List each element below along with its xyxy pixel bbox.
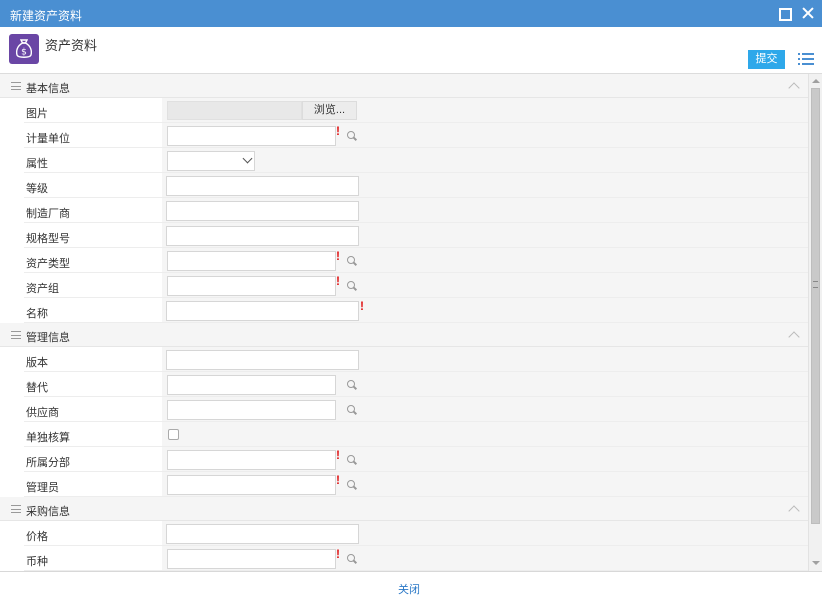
section-title: 采购信息 (26, 506, 70, 518)
row-substitute: 替代 (0, 372, 808, 397)
row-separate-accounting: 单独核算 (0, 422, 808, 447)
required-mark: ! (336, 473, 340, 487)
scroll-down-icon[interactable] (812, 561, 820, 565)
field-label: 币种 (26, 556, 48, 568)
version-input[interactable] (166, 350, 359, 370)
row-version: 版本 (0, 347, 808, 372)
row-attribute: 属性 (0, 148, 808, 173)
row-price: 价格 (0, 521, 808, 546)
required-mark: ! (336, 124, 340, 138)
search-icon[interactable] (347, 380, 357, 390)
field-label: 资产类型 (26, 258, 70, 270)
dialog-footer: 关闭 (0, 571, 822, 599)
image-file-field[interactable] (167, 101, 302, 120)
chevron-up-icon[interactable] (788, 82, 800, 94)
section-purchase-header[interactable]: 采购信息 (0, 497, 808, 521)
section-basic-header[interactable]: 基本信息 (0, 74, 808, 98)
attribute-select[interactable] (167, 151, 255, 171)
field-label: 单独核算 (26, 432, 70, 444)
supplier-input[interactable] (167, 400, 336, 420)
search-icon[interactable] (347, 281, 357, 291)
row-unit: 计量单位 ! (0, 123, 808, 148)
section-title: 管理信息 (26, 332, 70, 344)
row-asset-group: 资产组 ! (0, 273, 808, 298)
list-menu-icon[interactable] (798, 53, 814, 66)
price-input[interactable] (166, 524, 359, 544)
unit-input[interactable] (167, 126, 336, 146)
field-label: 等级 (26, 183, 48, 195)
substitute-input[interactable] (167, 375, 336, 395)
spec-model-input[interactable] (166, 226, 359, 246)
field-label: 制造厂商 (26, 208, 70, 220)
svg-text:$: $ (21, 48, 27, 58)
search-icon[interactable] (347, 455, 357, 465)
field-label: 规格型号 (26, 233, 70, 245)
manufacturer-input[interactable] (166, 201, 359, 221)
field-label: 图片 (26, 108, 48, 120)
asset-group-input[interactable] (167, 276, 336, 296)
field-label: 名称 (26, 308, 48, 320)
menu-icon (11, 505, 21, 513)
browse-button[interactable]: 浏览... (302, 101, 357, 120)
row-admin: 管理员 ! (0, 472, 808, 497)
field-label: 计量单位 (26, 133, 70, 145)
field-label: 供应商 (26, 407, 59, 419)
required-mark: ! (336, 274, 340, 288)
name-input[interactable] (166, 301, 359, 321)
division-input[interactable] (167, 450, 336, 470)
field-label: 版本 (26, 357, 48, 369)
row-supplier: 供应商 (0, 397, 808, 422)
form-content: 基本信息 图片 浏览... 计量单位 ! 属性 等级 制造厂商 规格型号 资产类… (0, 74, 808, 571)
chevron-down-icon (242, 153, 253, 164)
field-label: 管理员 (26, 482, 59, 494)
scroll-thumb[interactable] (811, 88, 820, 524)
row-division: 所属分部 ! (0, 447, 808, 472)
field-label: 价格 (26, 531, 48, 543)
window-titlebar: 新建资产资料 (0, 0, 822, 27)
separate-accounting-checkbox[interactable] (168, 429, 179, 440)
close-icon[interactable] (800, 5, 816, 21)
row-currency: 币种 ! (0, 546, 808, 571)
window-title: 新建资产资料 (10, 9, 83, 23)
row-spec: 规格型号 (0, 223, 808, 248)
required-mark: ! (336, 249, 340, 263)
page-title: 资产资料 (45, 38, 98, 53)
asset-type-input[interactable] (167, 251, 336, 271)
search-icon[interactable] (347, 405, 357, 415)
row-manufacturer: 制造厂商 (0, 198, 808, 223)
required-mark: ! (336, 448, 340, 462)
field-label: 所属分部 (26, 457, 70, 469)
submit-button[interactable]: 提交 (748, 50, 785, 69)
grade-input[interactable] (166, 176, 359, 196)
money-bag-icon: $ (9, 34, 39, 64)
row-image: 图片 浏览... (0, 98, 808, 123)
form-header: $ 资产资料 提交 (0, 27, 822, 74)
field-label: 替代 (26, 382, 48, 394)
chevron-up-icon[interactable] (788, 331, 800, 343)
row-asset-type: 资产类型 ! (0, 248, 808, 273)
search-icon[interactable] (347, 554, 357, 564)
scroll-up-icon[interactable] (812, 79, 820, 83)
section-title: 基本信息 (26, 83, 70, 95)
chevron-up-icon[interactable] (788, 505, 800, 517)
close-button[interactable]: 关闭 (398, 581, 420, 597)
currency-input[interactable] (167, 549, 336, 569)
row-name: 名称 ! (0, 298, 808, 323)
field-label: 属性 (26, 158, 48, 170)
row-grade: 等级 (0, 173, 808, 198)
menu-icon (11, 331, 21, 339)
search-icon[interactable] (347, 480, 357, 490)
menu-icon (11, 82, 21, 90)
maximize-icon[interactable] (776, 5, 792, 21)
search-icon[interactable] (347, 131, 357, 141)
field-label: 资产组 (26, 283, 59, 295)
required-mark: ! (360, 299, 364, 313)
required-mark: ! (336, 547, 340, 561)
vertical-scrollbar[interactable] (808, 74, 822, 571)
section-manage-header[interactable]: 管理信息 (0, 323, 808, 347)
search-icon[interactable] (347, 256, 357, 266)
admin-input[interactable] (167, 475, 336, 495)
